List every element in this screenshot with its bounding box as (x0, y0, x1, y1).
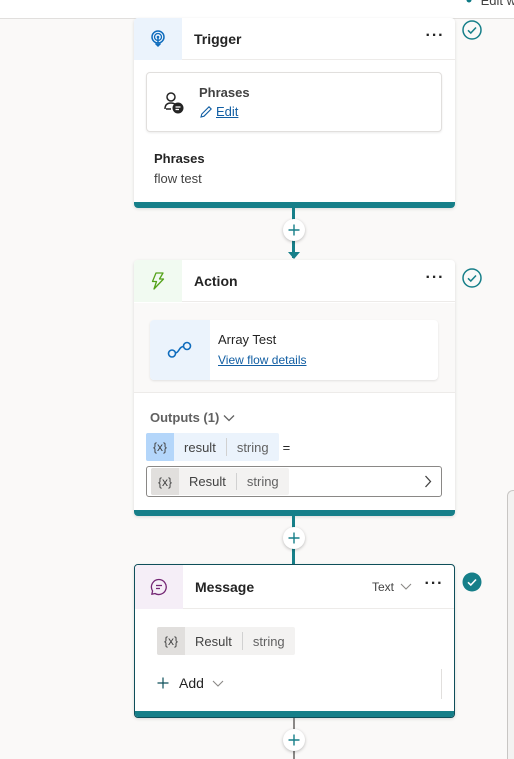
variable-name: Result (189, 474, 226, 489)
flow-card[interactable]: Array Test View flow details (150, 320, 438, 380)
outputs-toggle[interactable]: Outputs (1) (150, 410, 235, 425)
trigger-icon-box (134, 18, 182, 60)
add-node-button[interactable] (283, 527, 305, 549)
output-variable-pill[interactable]: {x} result string (146, 433, 279, 461)
variable-type: string (235, 473, 289, 490)
flow-name: Array Test (218, 332, 277, 347)
trigger-icon (151, 29, 165, 47)
phrases-label: Phrases (154, 151, 205, 166)
chevron-right-icon[interactable] (424, 475, 432, 488)
variable-name: Result (195, 633, 232, 649)
trigger-title: Trigger (194, 30, 242, 47)
pin-icon (466, 0, 472, 3)
chevron-down-icon (212, 680, 224, 687)
phrases-card[interactable]: Phrases Edit (146, 72, 442, 132)
plus-icon (288, 224, 300, 236)
trigger-header: Trigger ··· (134, 18, 455, 60)
edit-hint[interactable]: Edit w (465, 0, 514, 8)
chevron-down-icon (400, 583, 412, 590)
outputs-label: Outputs (1) (150, 410, 220, 425)
flow-section: Array Test View flow details (134, 303, 455, 393)
plus-icon (288, 734, 300, 746)
message-bottom-bar (135, 711, 454, 717)
edit-hint-label: Edit w (480, 0, 514, 8)
action-icon-box (134, 260, 182, 302)
authoring-canvas: Trigger ··· Phrases Edit Phrases flow te… (0, 18, 514, 759)
phrases-value: flow test (154, 171, 202, 186)
flow-icon (167, 341, 192, 358)
action-more-button[interactable]: ··· (415, 269, 455, 289)
message-node[interactable]: Message Text ··· {x} Result string Add (134, 564, 455, 718)
trigger-more-button[interactable]: ··· (415, 27, 455, 47)
chat-bubble-icon (150, 578, 167, 595)
side-panel-edge[interactable] (507, 490, 514, 759)
message-icon-box (135, 565, 183, 609)
equals-sign: = (282, 439, 291, 455)
action-header: Action ··· (134, 260, 455, 302)
plus-icon (288, 532, 300, 544)
lightning-icon (151, 271, 165, 290)
add-node-button[interactable] (283, 219, 305, 241)
add-node-button[interactable] (283, 729, 305, 751)
message-type-dropdown[interactable]: Text (372, 580, 412, 594)
plus-icon (157, 677, 169, 689)
top-bar: Edit w (0, 0, 514, 19)
variable-icon: {x} (146, 433, 175, 461)
variable-icon: {x} (151, 468, 180, 495)
add-label: Add (179, 675, 204, 691)
action-status-check-icon (462, 268, 482, 288)
trigger-node[interactable]: Trigger ··· Phrases Edit Phrases flow te… (134, 18, 455, 208)
message-header: Message Text ··· (135, 565, 454, 609)
divider (441, 669, 442, 699)
message-more-button[interactable]: ··· (414, 575, 454, 595)
message-variable-pill[interactable]: {x} Result string (157, 627, 295, 655)
edit-label: Edit (216, 104, 239, 119)
trigger-status-check-icon (462, 20, 482, 40)
pencil-icon (200, 105, 212, 118)
add-content-button[interactable]: Add (157, 675, 224, 691)
flow-icon-box (150, 320, 210, 380)
variable-name: result (184, 439, 216, 455)
action-title: Action (194, 272, 238, 289)
view-flow-details-link[interactable]: View flow details (218, 353, 307, 367)
variable-type: string (241, 632, 295, 650)
variable-type: string (225, 438, 279, 456)
variable-icon: {x} (157, 627, 186, 655)
output-variable-row: {x} result string = (146, 433, 290, 461)
action-node[interactable]: Action ··· Array Test View flow details … (134, 260, 455, 516)
message-variable: {x} Result string (157, 627, 295, 655)
connector-arrow (288, 252, 300, 259)
phrases-card-title: Phrases (199, 85, 250, 100)
edit-phrases-link[interactable]: Edit (199, 104, 238, 119)
person-chat-icon (164, 92, 184, 114)
assigned-variable-field[interactable]: {x} Result string (146, 466, 442, 497)
assigned-variable-pill[interactable]: {x} Result string (151, 468, 289, 495)
message-type-label: Text (371, 579, 394, 594)
chevron-down-icon (223, 414, 235, 421)
message-title: Message (195, 578, 255, 595)
message-status-check-icon (462, 572, 482, 592)
